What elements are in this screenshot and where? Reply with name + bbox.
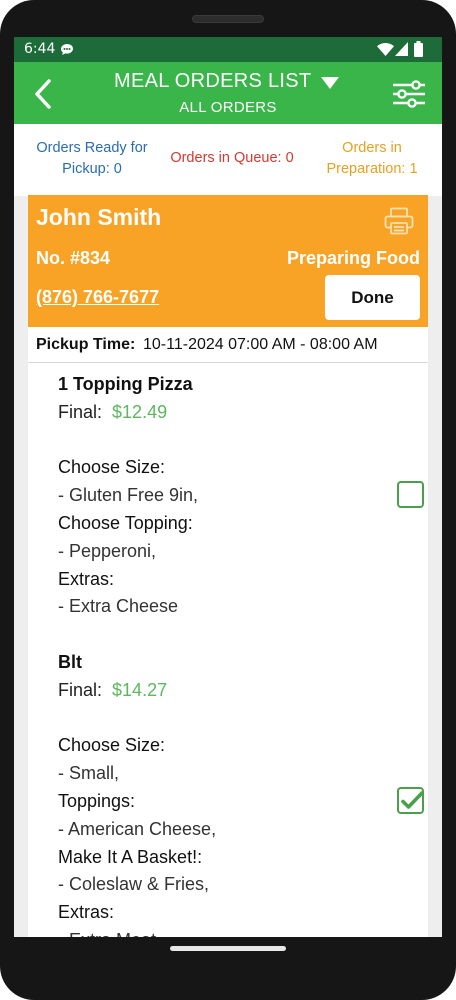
item-price-line: Final: $14.27 — [58, 677, 418, 705]
checkmark-icon — [401, 791, 424, 809]
option-value: - American Cheese, — [58, 818, 217, 839]
page-title[interactable]: MEAL ORDERS LIST — [114, 70, 311, 93]
option-value: - Pepperoni, — [58, 540, 157, 561]
order-summary: Orders Ready for Pickup: 0 Orders in Que… — [14, 124, 442, 196]
option-label: Choose Size: — [58, 457, 166, 478]
phone-frame: 6:44 MEAL ORDERS LIST ALL ORDERS Orders … — [0, 0, 456, 1000]
option-value: - Coleslaw & Fries, — [58, 874, 210, 895]
order-items: 1 Topping Pizza Final: $12.49 Choose Siz… — [58, 371, 418, 937]
screen: 6:44 MEAL ORDERS LIST ALL ORDERS Orders … — [14, 37, 442, 937]
item-price-line: Final: $12.49 — [58, 399, 418, 427]
item-name: 1 Topping Pizza — [58, 374, 193, 394]
option-value: - Extra Cheese — [58, 596, 179, 617]
filter-sliders-icon[interactable] — [392, 79, 426, 109]
app-header: MEAL ORDERS LIST ALL ORDERS — [14, 62, 442, 124]
page-subtitle: ALL ORDERS — [179, 99, 277, 116]
option-value: - Small, — [58, 763, 120, 784]
customer-name: John Smith — [36, 204, 162, 230]
order-card: John Smith No. #834 Preparing Food (876)… — [28, 195, 428, 937]
pickup-time-label: Pickup Time: — [36, 336, 136, 353]
item-price: $14.27 — [112, 679, 168, 700]
caret-down-icon[interactable] — [320, 76, 340, 90]
wifi-icon — [377, 43, 394, 56]
orders-preparation-count[interactable]: Orders in Preparation: 1 — [314, 138, 430, 180]
home-gesture-handle[interactable] — [170, 946, 286, 951]
battery-icon — [414, 41, 423, 57]
final-label: Final: — [58, 401, 103, 422]
option-value: - Extra Meat — [58, 927, 418, 937]
item-name: Blt — [58, 651, 82, 672]
option-value: - Gluten Free 9in, — [58, 485, 199, 506]
option-label: Toppings: — [58, 790, 136, 811]
option-label: Choose Size: — [58, 735, 166, 756]
status-bar: 6:44 — [14, 37, 442, 62]
pickup-time-row: Pickup Time: 10-11-2024 07:00 AM - 08:00… — [28, 327, 428, 363]
order-status: Preparing Food — [286, 248, 420, 268]
navigation-bar — [14, 937, 442, 977]
pickup-time-value: 10-11-2024 07:00 AM - 08:00 AM — [143, 336, 378, 353]
speaker-grille — [192, 15, 264, 23]
orders-queue-count[interactable]: Orders in Queue: 0 — [164, 148, 300, 169]
item-price: $12.49 — [112, 401, 168, 422]
item-checkbox-checked[interactable] — [397, 787, 424, 814]
signal-icon — [395, 42, 408, 56]
status-time: 6:44 — [24, 41, 56, 57]
message-icon — [61, 44, 73, 55]
option-label: Extras: — [58, 568, 115, 589]
printer-icon[interactable] — [384, 207, 414, 235]
option-label: Make It A Basket!: — [58, 846, 203, 867]
item-checkbox-unchecked[interactable] — [397, 481, 424, 508]
final-label: Final: — [58, 679, 103, 700]
option-label: Choose Topping: — [58, 512, 193, 533]
order-number: No. #834 — [36, 248, 111, 268]
option-label: Extras: — [58, 902, 115, 923]
done-button[interactable]: Done — [325, 275, 420, 320]
orders-ready-count[interactable]: Orders Ready for Pickup: 0 — [24, 138, 160, 180]
customer-phone-link[interactable]: (876) 766-7677 — [36, 287, 159, 308]
order-card-header: John Smith No. #834 Preparing Food (876)… — [28, 195, 428, 327]
